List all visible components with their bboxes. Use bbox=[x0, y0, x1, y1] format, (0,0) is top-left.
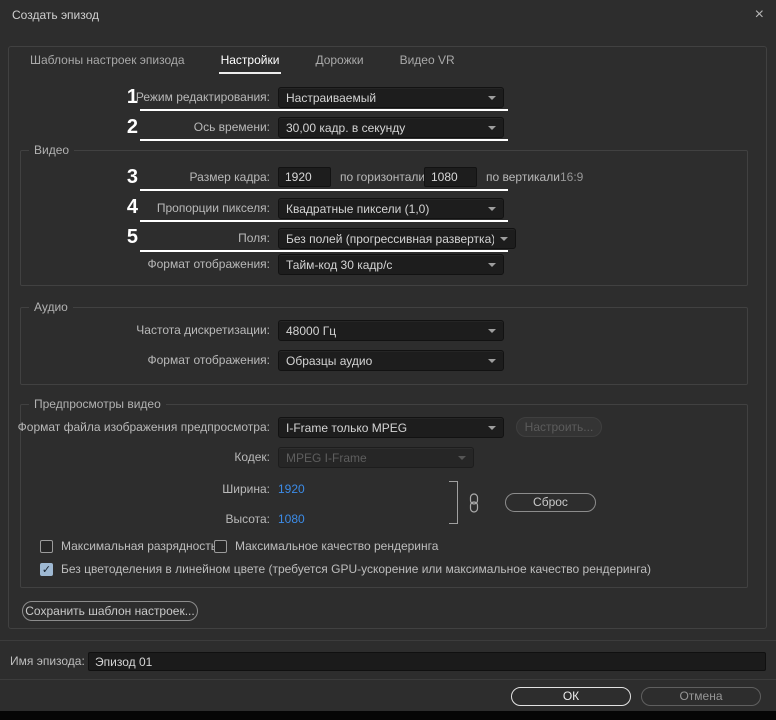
chevron-down-icon bbox=[458, 455, 466, 460]
frame-width-input[interactable] bbox=[278, 167, 331, 187]
titlebar: Создать эпизод × bbox=[0, 0, 776, 30]
audio-group: Аудио bbox=[20, 300, 748, 385]
cancel-button[interactable]: Отмена bbox=[641, 687, 761, 706]
fields-select[interactable]: Без полей (прогрессивная развертка) bbox=[278, 228, 516, 249]
preview-file-format-select[interactable]: I-Frame только MPEG bbox=[278, 417, 504, 438]
frame-size-label: Размер кадра: bbox=[189, 170, 270, 184]
chevron-down-icon bbox=[488, 95, 496, 100]
audio-group-legend: Аудио bbox=[29, 300, 73, 314]
annotation-underline-3 bbox=[140, 189, 508, 191]
reset-button[interactable]: Сброс bbox=[505, 493, 596, 512]
audio-display-format-value: Образцы аудио bbox=[286, 353, 373, 368]
annotation-number-1: 1 bbox=[126, 86, 138, 108]
fields-label: Поля: bbox=[238, 231, 270, 245]
preview-height-row: Высота: 1080 bbox=[0, 509, 776, 530]
linear-color-label: Без цветоделения в линейном цвете (требу… bbox=[61, 562, 651, 576]
codec-value: MPEG I-Frame bbox=[286, 450, 367, 465]
configure-button: Настроить... bbox=[516, 417, 602, 437]
max-render-quality-label: Максимальное качество рендеринга bbox=[235, 539, 439, 553]
divider bbox=[0, 640, 776, 641]
max-bit-depth-checkbox-row[interactable]: Максимальная разрядность bbox=[40, 539, 217, 553]
link-icon bbox=[469, 493, 479, 513]
audio-display-format-label: Формат отображения: bbox=[147, 353, 271, 367]
window-bottom-edge bbox=[0, 711, 776, 720]
annotation-number-3: 3 bbox=[126, 166, 138, 188]
pixel-aspect-select[interactable]: Квадратные пиксели (1,0) bbox=[278, 198, 504, 219]
chevron-down-icon bbox=[500, 236, 508, 241]
dialog-title: Создать эпизод bbox=[12, 8, 100, 22]
preview-file-format-label: Формат файла изображения предпросмотра: bbox=[17, 420, 270, 434]
video-display-format-row: Формат отображения: Тайм-код 30 кадр/с bbox=[0, 254, 776, 275]
close-icon[interactable]: × bbox=[755, 7, 764, 23]
max-render-quality-checkbox-row[interactable]: Максимальное качество рендеринга bbox=[214, 539, 438, 553]
video-previews-legend: Предпросмотры видео bbox=[29, 397, 166, 411]
annotation-underline-2 bbox=[140, 139, 508, 141]
audio-display-format-row: Формат отображения: Образцы аудио bbox=[0, 350, 776, 371]
annotation-number-4: 4 bbox=[126, 196, 138, 218]
preview-width-row: Ширина: 1920 bbox=[0, 479, 776, 500]
timebase-select[interactable]: 30,00 кадр. в секунду bbox=[278, 117, 504, 138]
sequence-name-label: Имя эпизода: bbox=[10, 654, 85, 668]
chevron-down-icon bbox=[488, 206, 496, 211]
vertical-label: по вертикали bbox=[486, 170, 560, 184]
video-display-format-select[interactable]: Тайм-код 30 кадр/с bbox=[278, 254, 504, 275]
frame-height-input[interactable] bbox=[424, 167, 477, 187]
tab-video-vr[interactable]: Видео VR bbox=[398, 51, 457, 74]
annotation-number-5: 5 bbox=[126, 226, 138, 248]
chevron-down-icon bbox=[488, 358, 496, 363]
timebase-value: 30,00 кадр. в секунду bbox=[286, 120, 406, 135]
tab-sequence-presets[interactable]: Шаблоны настроек эпизода bbox=[28, 51, 187, 74]
chevron-down-icon bbox=[488, 125, 496, 130]
codec-select: MPEG I-Frame bbox=[278, 447, 474, 468]
chevron-down-icon bbox=[488, 262, 496, 267]
annotation-underline-1 bbox=[140, 109, 508, 111]
divider bbox=[0, 679, 776, 680]
editing-mode-label: Режим редактирования: bbox=[135, 90, 270, 104]
annotation-underline-5 bbox=[140, 250, 508, 252]
preview-width-value[interactable]: 1920 bbox=[278, 479, 305, 500]
linear-color-checkbox-row[interactable]: ✓ Без цветоделения в линейном цвете (тре… bbox=[40, 562, 651, 576]
preview-height-label: Высота: bbox=[225, 512, 270, 526]
sample-rate-value: 48000 Гц bbox=[286, 323, 337, 338]
aspect-ratio-value: 16:9 bbox=[560, 170, 584, 184]
annotation-underline-4 bbox=[140, 220, 508, 222]
chevron-down-icon bbox=[488, 425, 496, 430]
chevron-down-icon bbox=[488, 328, 496, 333]
sample-rate-select[interactable]: 48000 Гц bbox=[278, 320, 504, 341]
new-sequence-dialog: Создать эпизод × Шаблоны настроек эпизод… bbox=[0, 0, 776, 720]
editing-mode-select[interactable]: Настраиваемый bbox=[278, 87, 504, 108]
editing-mode-value: Настраиваемый bbox=[286, 90, 377, 105]
annotation-number-2: 2 bbox=[126, 116, 138, 138]
fields-value: Без полей (прогрессивная развертка) bbox=[286, 231, 494, 246]
tab-tracks[interactable]: Дорожки bbox=[313, 51, 365, 74]
timebase-label: Ось времени: bbox=[193, 120, 270, 134]
horizontal-label: по горизонтали bbox=[340, 170, 426, 184]
linear-color-checkbox[interactable]: ✓ bbox=[40, 562, 53, 576]
codec-label: Кодек: bbox=[234, 450, 270, 464]
sample-rate-label: Частота дискретизации: bbox=[136, 323, 270, 337]
preview-height-value[interactable]: 1080 bbox=[278, 509, 305, 530]
sample-rate-row: Частота дискретизации: 48000 Гц bbox=[0, 320, 776, 341]
dimension-bracket bbox=[449, 481, 458, 524]
video-display-format-label: Формат отображения: bbox=[147, 257, 271, 271]
ok-button[interactable]: ОК bbox=[511, 687, 631, 706]
tab-bar: Шаблоны настроек эпизода Настройки Дорож… bbox=[28, 51, 457, 74]
max-bit-depth-checkbox[interactable] bbox=[40, 539, 53, 553]
sequence-name-input[interactable] bbox=[88, 652, 766, 671]
video-display-format-value: Тайм-код 30 кадр/с bbox=[286, 257, 393, 272]
preview-width-label: Ширина: bbox=[222, 482, 270, 496]
preview-file-format-row: Формат файла изображения предпросмотра: … bbox=[0, 417, 776, 438]
audio-display-format-select[interactable]: Образцы аудио bbox=[278, 350, 504, 371]
max-render-quality-checkbox[interactable] bbox=[214, 539, 227, 553]
pixel-aspect-value: Квадратные пиксели (1,0) bbox=[286, 201, 430, 216]
video-group-legend: Видео bbox=[29, 143, 75, 157]
max-bit-depth-label: Максимальная разрядность bbox=[61, 539, 218, 553]
preview-file-format-value: I-Frame только MPEG bbox=[286, 420, 408, 435]
tab-settings[interactable]: Настройки bbox=[218, 51, 282, 74]
pixel-aspect-label: Пропорции пикселя: bbox=[156, 201, 270, 215]
save-preset-button[interactable]: Сохранить шаблон настроек... bbox=[22, 601, 198, 621]
codec-row: Кодек: MPEG I-Frame bbox=[0, 447, 776, 468]
